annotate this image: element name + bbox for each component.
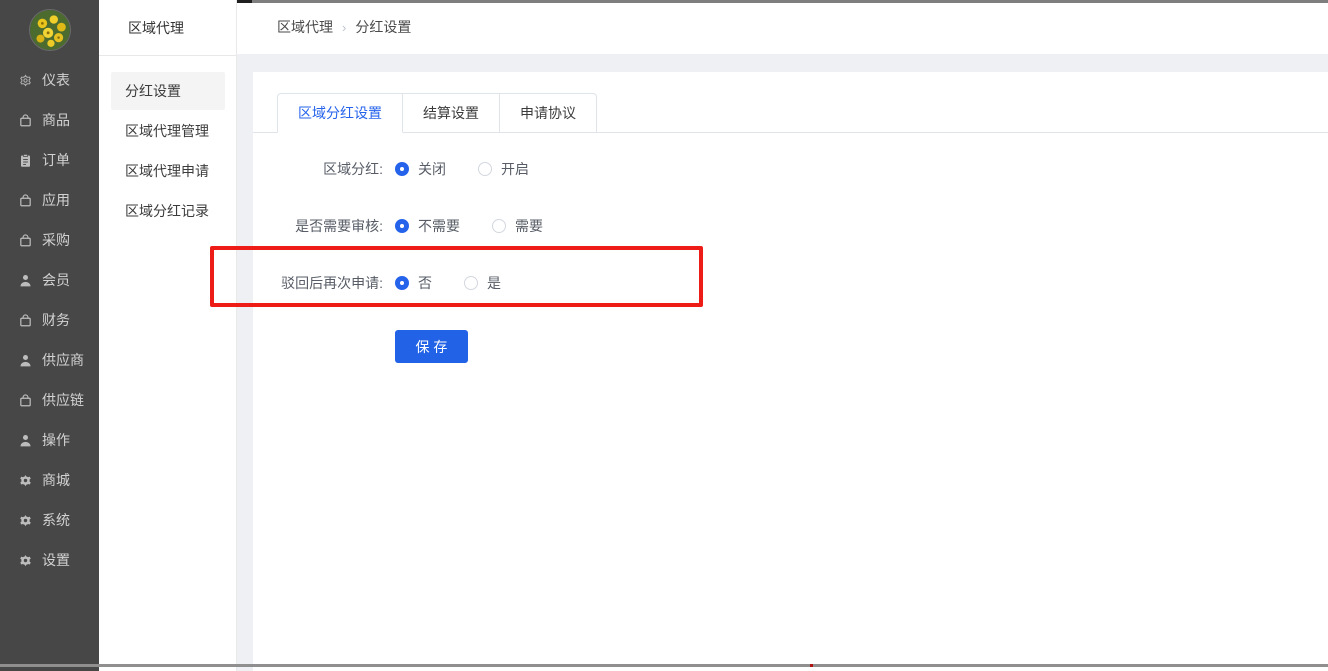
sidebar-item-finance[interactable]: 财务 [0, 300, 99, 340]
window-bottom-edge [0, 664, 1328, 667]
gear-icon [18, 513, 33, 528]
form-row-need-review: 是否需要审核: 不需要 需要 [253, 216, 1328, 236]
radio-label: 是 [487, 273, 501, 293]
secondary-sidebar-title: 区域代理 [99, 0, 236, 56]
field-label: 驳回后再次申请: [253, 273, 383, 293]
radio-icon[interactable] [395, 276, 409, 290]
person-icon [18, 273, 33, 288]
sidebar-item-label: 订单 [42, 150, 70, 170]
field-label: 区域分红: [253, 159, 383, 179]
person-icon [18, 353, 33, 368]
sidebar-item-label: 商城 [42, 470, 70, 490]
radio-label: 否 [418, 273, 432, 293]
gear-icon [18, 473, 33, 488]
avatar-wrap [0, 0, 99, 58]
sidebar-item-members[interactable]: 会员 [0, 260, 99, 300]
sidebar-item-mall[interactable]: 商城 [0, 460, 99, 500]
sidebar-item-dashboard[interactable]: 仪表 [0, 60, 99, 100]
avatar[interactable] [29, 9, 71, 51]
sidebar-item-operations[interactable]: 操作 [0, 420, 99, 460]
sidebar-item-label: 财务 [42, 310, 70, 330]
bag-icon [18, 313, 33, 328]
person-icon [18, 433, 33, 448]
breadcrumb: 区域代理 › 分红设置 [237, 0, 1328, 54]
radio-option-close[interactable]: 关闭 [395, 159, 446, 179]
sidebar-item-label: 仪表 [42, 70, 70, 90]
menu-item-dividend-settings[interactable]: 分红设置 [111, 72, 225, 110]
radio-option-not-needed[interactable]: 不需要 [395, 216, 460, 236]
sidebar-item-purchase[interactable]: 采购 [0, 220, 99, 260]
radio-option-yes[interactable]: 是 [464, 273, 501, 293]
primary-sidebar: 仪表 商品 订单 应用 采购 会员 财务 供应商 供应链 操作 商城 系统 设置 [0, 0, 99, 671]
radio-group-need-review: 不需要 需要 [395, 216, 543, 236]
settings-card: 区域分红设置 结算设置 申请协议 区域分红: 关闭 [253, 72, 1328, 671]
radio-option-open[interactable]: 开启 [478, 159, 529, 179]
field-label: 是否需要审核: [253, 216, 383, 236]
tab-bar: 区域分红设置 结算设置 申请协议 [253, 93, 1328, 133]
breadcrumb-separator-icon: › [342, 20, 346, 35]
sidebar-item-label: 操作 [42, 430, 70, 450]
breadcrumb-item-area-agent[interactable]: 区域代理 [277, 17, 333, 37]
menu-item-agent-application[interactable]: 区域代理申请 [111, 152, 225, 190]
dividend-settings-form: 区域分红: 关闭 开启 是 [253, 133, 1328, 363]
radio-label: 开启 [501, 159, 529, 179]
window-top-dark-segment [237, 0, 252, 3]
form-row-reapply-after-reject: 驳回后再次申请: 否 是 [253, 273, 1328, 293]
bottom-edge-red-mark [810, 664, 813, 667]
radio-icon[interactable] [395, 162, 409, 176]
form-row-area-dividend: 区域分红: 关闭 开启 [253, 159, 1328, 179]
sidebar-item-label: 采购 [42, 230, 70, 250]
tab-settlement-settings[interactable]: 结算设置 [403, 93, 500, 133]
menu-item-agent-management[interactable]: 区域代理管理 [111, 112, 225, 150]
sidebar-item-label: 设置 [42, 550, 70, 570]
sidebar-item-apps[interactable]: 应用 [0, 180, 99, 220]
sidebar-item-label: 系统 [42, 510, 70, 530]
bag-icon [18, 193, 33, 208]
sidebar-item-system[interactable]: 系统 [0, 500, 99, 540]
radio-icon[interactable] [478, 162, 492, 176]
sidebar-item-goods[interactable]: 商品 [0, 100, 99, 140]
breadcrumb-item-dividend-settings: 分红设置 [355, 17, 411, 37]
main-area: 区域代理 › 分红设置 区域分红设置 结算设置 申请协议 区域分红: [237, 0, 1328, 671]
radio-group-reapply-after-reject: 否 是 [395, 273, 501, 293]
save-button[interactable]: 保 存 [395, 330, 468, 363]
sidebar-item-label: 商品 [42, 110, 70, 130]
sidebar-item-settings[interactable]: 设置 [0, 540, 99, 580]
secondary-sidebar: 区域代理 分红设置 区域代理管理 区域代理申请 区域分红记录 [99, 0, 237, 671]
secondary-nav: 分红设置 区域代理管理 区域代理申请 区域分红记录 [99, 56, 236, 230]
radio-group-area-dividend: 关闭 开启 [395, 159, 529, 179]
radio-icon[interactable] [464, 276, 478, 290]
menu-item-dividend-records[interactable]: 区域分红记录 [111, 192, 225, 230]
sidebar-item-orders[interactable]: 订单 [0, 140, 99, 180]
tab-area-dividend-settings[interactable]: 区域分红设置 [277, 93, 403, 133]
admin-app: 仪表 商品 订单 应用 采购 会员 财务 供应商 供应链 操作 商城 系统 设置… [0, 0, 1328, 671]
content-outer: 区域分红设置 结算设置 申请协议 区域分红: 关闭 [237, 54, 1328, 671]
radio-icon[interactable] [395, 219, 409, 233]
sidebar-item-supply-chain[interactable]: 供应链 [0, 380, 99, 420]
radio-option-no[interactable]: 否 [395, 273, 432, 293]
sidebar-item-label: 供应链 [42, 390, 84, 410]
bag-icon [18, 393, 33, 408]
order-icon [18, 153, 33, 168]
sidebar-item-label: 供应商 [42, 350, 84, 370]
window-top-edge [237, 0, 1328, 3]
radio-label: 关闭 [418, 159, 446, 179]
radio-option-needed[interactable]: 需要 [492, 216, 543, 236]
sidebar-item-suppliers[interactable]: 供应商 [0, 340, 99, 380]
sidebar-item-label: 应用 [42, 190, 70, 210]
primary-nav: 仪表 商品 订单 应用 采购 会员 财务 供应商 供应链 操作 商城 系统 设置 [0, 60, 99, 580]
radio-icon[interactable] [492, 219, 506, 233]
bag-icon [18, 113, 33, 128]
gear-icon [18, 553, 33, 568]
radio-label: 需要 [515, 216, 543, 236]
sidebar-item-label: 会员 [42, 270, 70, 290]
gauge-icon [18, 73, 33, 88]
radio-label: 不需要 [418, 216, 460, 236]
tab-application-agreement[interactable]: 申请协议 [500, 93, 597, 133]
bag-icon [18, 233, 33, 248]
